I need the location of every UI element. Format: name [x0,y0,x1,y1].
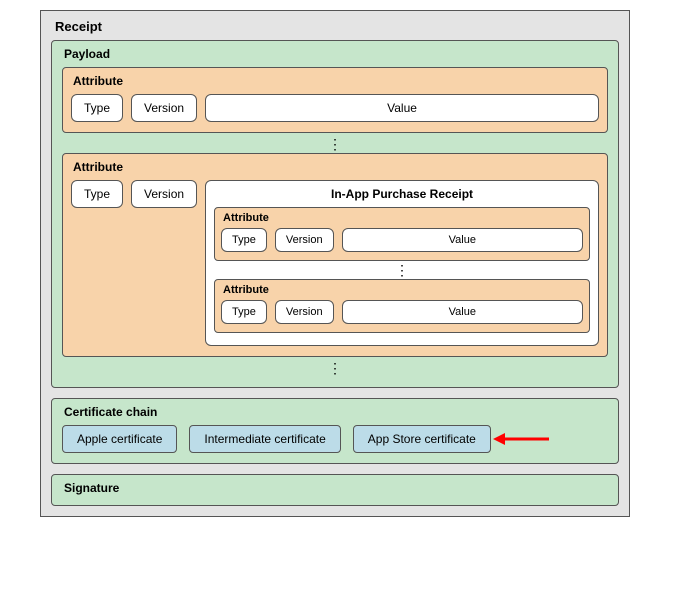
attr-version: Version [131,180,197,208]
attribute-title: Attribute [73,160,599,174]
cert-appstore: App Store certificate [353,425,491,453]
attr-value: Value [205,94,599,122]
attribute-title: Attribute [223,212,583,224]
iap-attribute-2: Attribute Type Version Value [214,279,590,333]
attribute-title: Attribute [73,74,599,88]
cert-apple: Apple certificate [62,425,177,453]
ellipsis-icon: ⋮ [62,363,608,373]
attr-value: Value [342,228,583,252]
ellipsis-icon: ⋮ [214,265,590,275]
attr-version: Version [131,94,197,122]
attr-type: Type [221,300,267,324]
attr-version: Version [275,228,334,252]
signature-title: Signature [64,481,608,495]
attribute-box-2: Attribute Type Version In-App Purchase R… [62,153,608,357]
cert-intermediate: Intermediate certificate [189,425,340,453]
arrow-icon [493,431,543,451]
signature-box: Signature [51,474,619,506]
receipt-title: Receipt [55,19,619,34]
attr-version: Version [275,300,334,324]
iap-receipt-box: In-App Purchase Receipt Attribute Type V… [205,180,599,346]
attr-type: Type [71,94,123,122]
attr-value: Value [342,300,583,324]
iap-title: In-App Purchase Receipt [214,187,590,201]
attribute-box-1: Attribute Type Version Value [62,67,608,133]
iap-attribute-1: Attribute Type Version Value [214,207,590,261]
attr-type: Type [71,180,123,208]
payload-box: Payload Attribute Type Version Value ⋮ A… [51,40,619,388]
attr-type: Type [221,228,267,252]
ellipsis-icon: ⋮ [62,139,608,149]
certificate-chain-title: Certificate chain [64,405,608,419]
payload-title: Payload [64,47,608,61]
attribute-title: Attribute [223,284,583,296]
